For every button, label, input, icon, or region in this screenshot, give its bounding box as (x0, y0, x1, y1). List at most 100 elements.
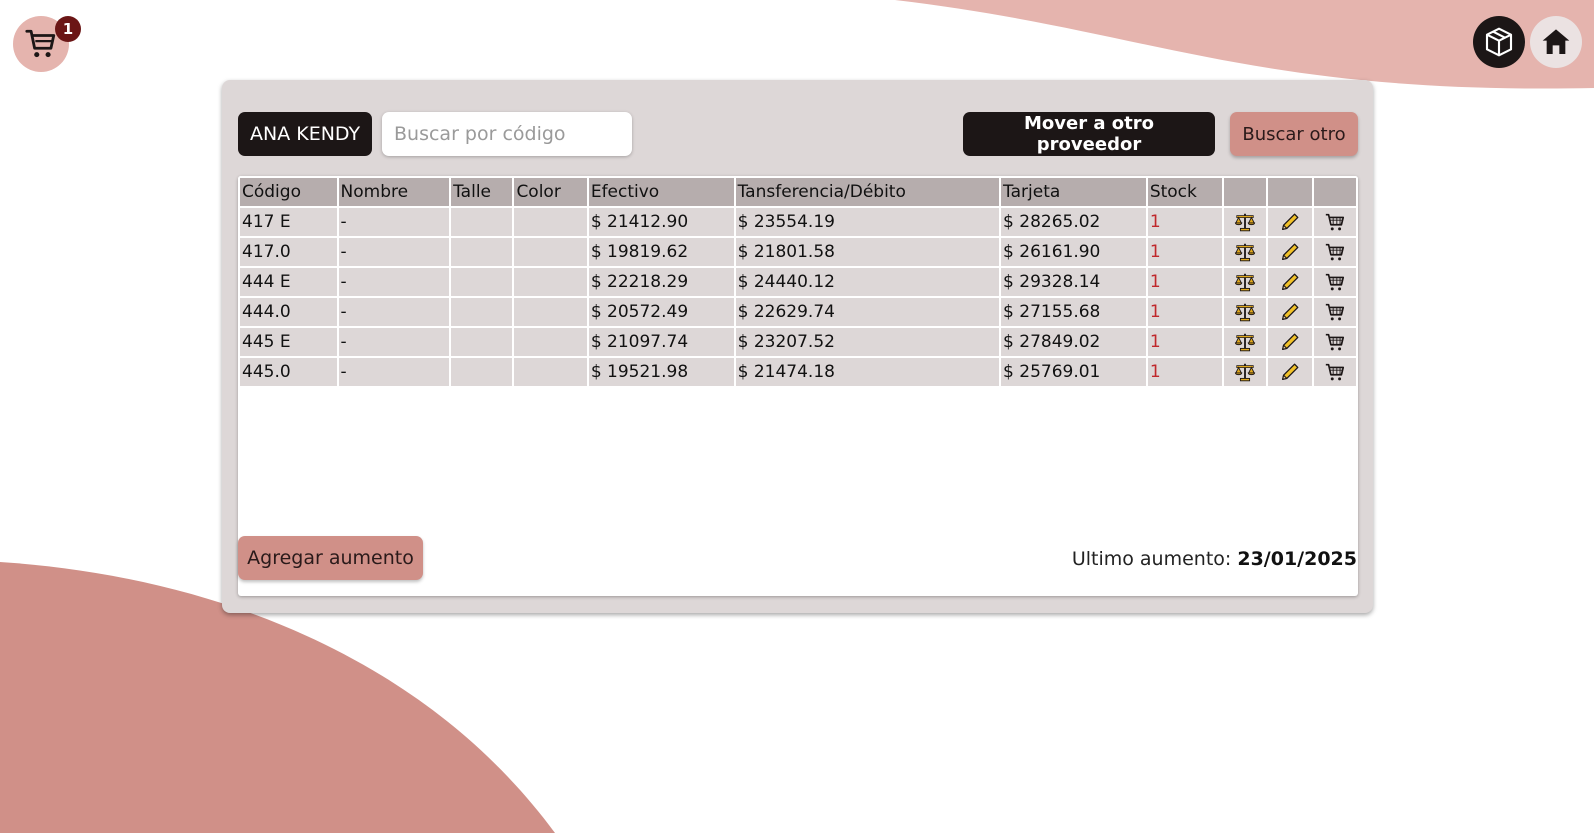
home-button[interactable] (1530, 16, 1582, 68)
cart-count-badge: 1 (55, 16, 81, 42)
cash-price-cell: $ 21412.90 (586, 206, 736, 238)
stock-cell: 1 (1145, 236, 1225, 268)
size-cell (449, 296, 515, 328)
card-price-cell: $ 26161.90 (999, 236, 1148, 268)
stock-cell: 1 (1145, 296, 1225, 328)
pencil-icon (1282, 363, 1299, 380)
card-price-cell: $ 29328.14 (999, 266, 1148, 298)
calculate-button[interactable] (1222, 206, 1269, 238)
edit-button[interactable] (1266, 356, 1314, 388)
pencil-icon (1282, 243, 1299, 260)
calculate-button[interactable] (1222, 296, 1269, 328)
scale-icon (1235, 213, 1256, 232)
add-increase-button[interactable]: Agregar aumento (238, 536, 423, 580)
color-cell (512, 296, 589, 328)
products-table: Código Nombre Talle Color Efectivo Tansf… (238, 176, 1358, 388)
card-price-cell: $ 25769.01 (999, 356, 1148, 388)
name-cell: - (336, 356, 452, 388)
name-cell: - (336, 296, 452, 328)
card-price-cell: $ 28265.02 (999, 206, 1148, 238)
search-other-button[interactable]: Buscar otro (1230, 112, 1358, 156)
pencil-icon (1282, 333, 1299, 350)
edit-button[interactable] (1266, 206, 1314, 238)
code-cell: 445.0 (238, 356, 339, 388)
cart-icon (25, 29, 56, 58)
column-header: Tansferencia/Débito (733, 176, 1002, 208)
name-cell: - (336, 266, 452, 298)
add-to-cart-button[interactable] (1311, 206, 1358, 238)
calculate-button[interactable] (1222, 236, 1269, 268)
column-header: Efectivo (586, 176, 736, 208)
column-header: Tarjeta (999, 176, 1148, 208)
last-increase-label: Ultimo aumento: (1071, 548, 1232, 570)
size-cell (449, 356, 515, 388)
cart-add-icon (1325, 303, 1344, 321)
scale-icon (1235, 243, 1256, 262)
code-cell: 444 E (238, 266, 339, 298)
page: 1 ANA KENDY Mover a otro proveedor Busca… (0, 0, 1594, 833)
color-cell (512, 236, 589, 268)
calculate-button[interactable] (1222, 326, 1269, 358)
scale-icon (1235, 363, 1256, 382)
home-icon (1542, 29, 1570, 54)
add-to-cart-button[interactable] (1311, 356, 1358, 388)
add-to-cart-button[interactable] (1311, 266, 1358, 298)
move-supplier-button[interactable]: Mover a otro proveedor (963, 112, 1215, 156)
edit-button[interactable] (1266, 296, 1314, 328)
pencil-icon (1282, 303, 1299, 320)
add-to-cart-button[interactable] (1311, 236, 1358, 268)
edit-button[interactable] (1266, 236, 1314, 268)
search-code-input[interactable] (382, 112, 632, 156)
name-cell: - (336, 326, 452, 358)
column-header: Talle (449, 176, 515, 208)
stock-cell: 1 (1145, 326, 1225, 358)
cash-price-cell: $ 21097.74 (586, 326, 736, 358)
add-to-cart-button[interactable] (1311, 296, 1358, 328)
supplier-name-badge: ANA KENDY (238, 112, 373, 156)
table-row: 444 E - $ 22218.29 $ 24440.12 $ 29328.14 1 (238, 266, 1358, 298)
code-cell: 417 E (238, 206, 339, 238)
cash-price-cell: $ 20572.49 (586, 296, 736, 328)
add-to-cart-button[interactable] (1311, 326, 1358, 358)
stock-cell: 1 (1145, 266, 1225, 298)
size-cell (449, 326, 515, 358)
scale-icon (1235, 303, 1256, 322)
box-icon (1485, 27, 1513, 57)
calculate-button[interactable] (1222, 266, 1269, 298)
size-cell (449, 206, 515, 238)
table-row: 417 E - $ 21412.90 $ 23554.19 $ 28265.02 1 (238, 206, 1358, 238)
last-increase-info: Ultimo aumento: 23/01/2025 (1072, 548, 1357, 570)
card-price-cell: $ 27155.68 (999, 296, 1148, 328)
color-cell (512, 206, 589, 238)
cash-price-cell: $ 19819.62 (586, 236, 736, 268)
size-cell (449, 236, 515, 268)
edit-button[interactable] (1266, 266, 1314, 298)
column-header: Código (238, 176, 339, 208)
color-cell (512, 326, 589, 358)
transfer-price-cell: $ 24440.12 (733, 266, 1002, 298)
column-header (1222, 176, 1269, 208)
name-cell: - (336, 206, 452, 238)
cart-add-icon (1325, 333, 1344, 351)
cart-add-icon (1325, 213, 1344, 231)
transfer-price-cell: $ 21801.58 (733, 236, 1002, 268)
cash-price-cell: $ 19521.98 (586, 356, 736, 388)
table-row: 444.0- $ 20572.49 $ 22629.74 $ 27155.68 1 (238, 296, 1358, 328)
calculate-button[interactable] (1222, 356, 1269, 388)
products-button[interactable] (1473, 16, 1525, 68)
scale-icon (1235, 333, 1256, 352)
edit-button[interactable] (1266, 326, 1314, 358)
cart-add-icon (1325, 243, 1344, 261)
size-cell (449, 266, 515, 298)
products-table-container[interactable]: Código Nombre Talle Color Efectivo Tansf… (238, 176, 1358, 596)
cart-add-icon (1325, 363, 1344, 381)
transfer-price-cell: $ 23554.19 (733, 206, 1002, 238)
last-increase-date: 23/01/2025 (1237, 548, 1357, 570)
column-header: Nombre (336, 176, 452, 208)
code-cell: 417.0 (238, 236, 339, 268)
code-cell: 445 E (238, 326, 339, 358)
column-header: Color (512, 176, 589, 208)
table-row: 445.0- $ 19521.98 $ 21474.18 $ 25769.01 1 (238, 356, 1358, 388)
transfer-price-cell: $ 23207.52 (733, 326, 1002, 358)
cart-add-icon (1325, 273, 1344, 291)
